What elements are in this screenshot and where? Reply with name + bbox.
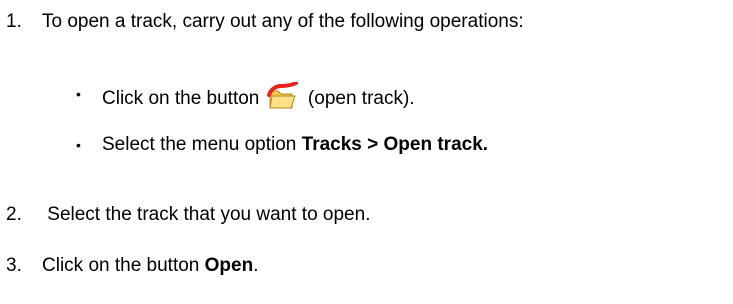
step-3-prefix: Click on the button bbox=[42, 255, 205, 276]
step-3-number: 3. bbox=[6, 255, 22, 276]
step-3-text: Click on the button Open. bbox=[42, 254, 259, 278]
open-track-folder-icon bbox=[266, 81, 299, 110]
option-click-button-text: Click on the button (open track). bbox=[102, 81, 415, 111]
step-3-suffix: . bbox=[253, 255, 259, 276]
step-2-text: Select the track that you want to open. bbox=[42, 204, 371, 225]
bullet: • bbox=[76, 137, 81, 153]
step-2-number: 2. bbox=[6, 204, 22, 225]
option-menu-path: Tracks > Open track. bbox=[301, 134, 489, 155]
step-1-number: 1. bbox=[6, 11, 22, 32]
bullet: • bbox=[76, 86, 81, 102]
option-click-prefix: Click on the button bbox=[102, 88, 265, 109]
option-menu-text: Select the menu option Tracks > Open tra… bbox=[102, 133, 488, 157]
option-click-suffix: (open track). bbox=[302, 88, 415, 109]
option-menu-prefix: Select the menu option bbox=[102, 134, 302, 155]
step-1-text: To open a track, carry out any of the fo… bbox=[42, 11, 524, 32]
open-button-name: Open bbox=[204, 255, 254, 276]
